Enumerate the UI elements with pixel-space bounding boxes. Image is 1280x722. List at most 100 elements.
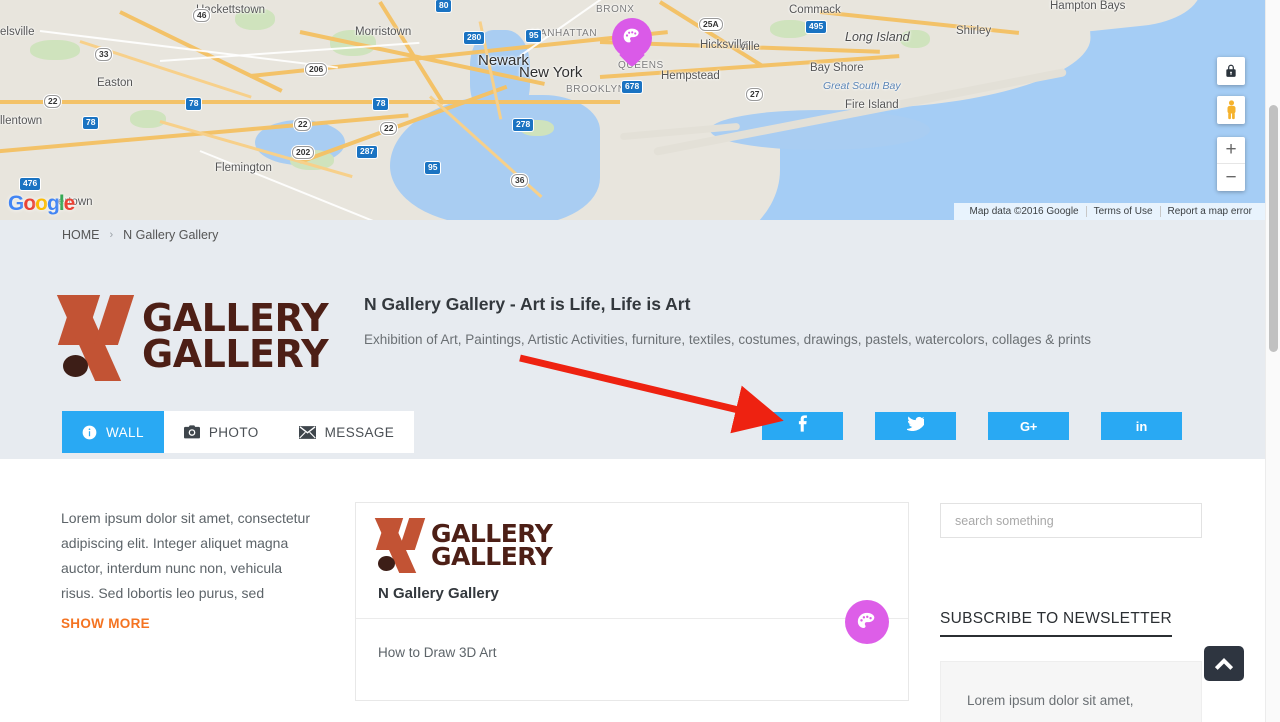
about-description: Lorem ipsum dolor sit amet, consectetur … — [61, 510, 310, 601]
map-place-label: BRONX — [596, 4, 635, 15]
google-map[interactable]: Hackettstown Morristown Easton elsville llen… — [0, 0, 1265, 220]
tab-photo[interactable]: PHOTO — [164, 411, 279, 453]
map-route-shield: 46 — [193, 9, 211, 22]
map-road — [0, 100, 620, 104]
google-plus-share-button[interactable]: G+ — [988, 412, 1069, 440]
browser-scrollbar[interactable] — [1265, 0, 1280, 722]
map-park — [130, 110, 166, 128]
post-author-logo: GALLERY GALLERY — [374, 517, 886, 573]
map-lock-icon[interactable] — [1217, 57, 1245, 85]
newsletter-text: Lorem ipsum dolor sit amet, — [967, 693, 1134, 708]
newsletter-heading: SUBSCRIBE TO NEWSLETTER — [940, 610, 1172, 637]
wordmark-line-2: GALLERY — [142, 332, 329, 376]
map-route-shield: 280 — [464, 32, 485, 44]
wall-post-card: GALLERY GALLERY N Gallery Gallery How to… — [355, 502, 909, 701]
profile-wordmark: GALLERY GALLERY — [142, 299, 329, 376]
map-route-shield: 22 — [44, 95, 62, 108]
profile-subtitle: Exhibition of Art, Paintings, Artistic A… — [364, 332, 1092, 347]
map-route-shield: 78 — [186, 98, 202, 110]
map-place-label: llentown — [0, 115, 43, 127]
map-route-shield: 25A — [699, 18, 723, 31]
street-view-pegman-icon[interactable] — [1217, 96, 1245, 124]
map-park — [30, 40, 80, 60]
map-zoom-out-button[interactable]: − — [1217, 164, 1245, 191]
chevron-up-icon — [1214, 658, 1234, 670]
tab-message[interactable]: MESSAGE — [279, 411, 415, 453]
info-circle-icon — [82, 425, 97, 440]
map-route-shield: 678 — [622, 81, 643, 93]
map-place-label: BROOKLYN — [566, 84, 626, 95]
envelope-icon — [298, 425, 316, 439]
map-place-label: Hempstead — [661, 70, 720, 82]
palette-badge-icon[interactable] — [845, 600, 889, 644]
show-more-link[interactable]: SHOW MORE — [61, 616, 150, 631]
breadcrumb-current: N Gallery Gallery — [123, 228, 219, 242]
map-route-shield: 36 — [511, 174, 529, 187]
map-place-label: ville — [740, 41, 760, 53]
map-route-shield: 78 — [83, 117, 99, 129]
sidebar: SUBSCRIBE TO NEWSLETTER Lorem ipsum dolo… — [940, 503, 1202, 722]
map-route-shield: 22 — [380, 122, 398, 135]
google-plus-icon: G+ — [1019, 418, 1038, 434]
map-place-label: Hampton Bays — [1050, 0, 1126, 12]
map-route-shield: 476 — [20, 178, 41, 190]
map-place-label: New York — [519, 64, 583, 81]
profile-tabs[interactable]: WALL PHOTO MESSAGE — [62, 411, 415, 453]
post-author-name[interactable]: N Gallery Gallery — [378, 585, 886, 602]
wordmark-line-2: GALLERY — [431, 542, 553, 571]
map-park — [770, 20, 810, 38]
facebook-share-button[interactable] — [762, 412, 843, 440]
map-route-shield: 33 — [95, 48, 113, 61]
map-route-shield: 22 — [294, 118, 312, 131]
map-place-label: Long Island — [845, 30, 910, 44]
map-place-label: Fire Island — [845, 99, 899, 111]
map-place-label: Flemington — [215, 162, 272, 174]
map-place-label: Commack — [789, 4, 841, 16]
map-controls[interactable]: + − — [1217, 57, 1245, 191]
post-title[interactable]: How to Draw 3D Art — [378, 645, 886, 660]
scrollbar-thumb[interactable] — [1269, 105, 1278, 352]
map-place-label: Great South Bay — [823, 80, 901, 92]
report-map-error-link[interactable]: Report a map error — [1159, 206, 1259, 217]
map-route-shield: 95 — [425, 162, 441, 174]
search-input[interactable] — [940, 503, 1202, 538]
tab-message-label: MESSAGE — [324, 424, 395, 440]
google-logo: Google — [8, 192, 75, 215]
map-route-shield: 287 — [357, 146, 378, 158]
map-route-shield: 206 — [305, 63, 328, 76]
social-share-buttons[interactable]: G+ in — [762, 412, 1182, 440]
map-place-label: elsville — [0, 26, 35, 38]
map-route-shield: 495 — [806, 21, 827, 33]
linkedin-share-button[interactable]: in — [1101, 412, 1182, 440]
map-data-credit: Map data ©2016 Google — [969, 206, 1079, 217]
map-place-label: Bay Shore — [810, 62, 864, 74]
palette-map-pin-icon[interactable] — [612, 18, 652, 72]
breadcrumb-separator-icon: › — [109, 229, 114, 241]
map-zoom-in-button[interactable]: + — [1217, 137, 1245, 164]
facebook-f-icon — [798, 415, 807, 437]
map-place-label: Shirley — [956, 25, 992, 37]
tab-wall[interactable]: WALL — [62, 411, 164, 453]
post-card-header: GALLERY GALLERY N Gallery Gallery — [356, 503, 908, 618]
twitter-share-button[interactable] — [875, 412, 956, 440]
map-route-shield: 202 — [292, 146, 315, 159]
map-route-shield: 95 — [526, 30, 542, 42]
map-zoom-controls[interactable]: + − — [1217, 137, 1245, 191]
profile-logo: GALLERY GALLERY — [56, 290, 332, 384]
tab-wall-label: WALL — [106, 424, 144, 440]
gallery-n-mark-icon — [56, 293, 135, 381]
breadcrumb: HOME › N Gallery Gallery — [62, 228, 218, 242]
map-place-label: Morristown — [355, 26, 412, 38]
gallery-n-mark-icon — [374, 517, 426, 573]
terms-of-use-link[interactable]: Terms of Use — [1085, 206, 1160, 217]
map-place-label: Easton — [97, 77, 133, 89]
breadcrumb-home-link[interactable]: HOME — [62, 228, 100, 242]
page-title: N Gallery Gallery - Art is Life, Life is… — [364, 294, 691, 314]
tab-photo-label: PHOTO — [208, 424, 259, 440]
map-attribution: Map data ©2016 Google Terms of Use Repor… — [954, 203, 1265, 220]
twitter-bird-icon — [904, 414, 929, 436]
post-card-body: How to Draw 3D Art — [356, 619, 908, 700]
scroll-to-top-button[interactable] — [1204, 646, 1244, 681]
map-route-shield: 80 — [436, 0, 452, 12]
camera-icon — [183, 425, 200, 439]
